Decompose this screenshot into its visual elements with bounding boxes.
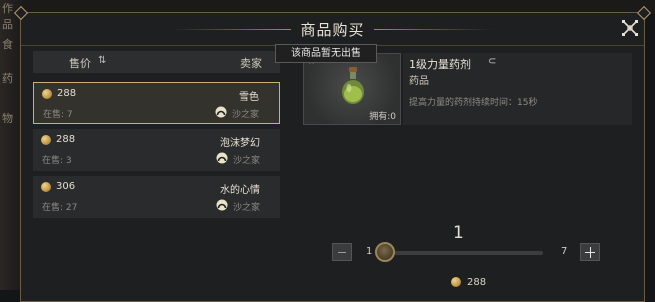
seller-guild-icon	[216, 199, 228, 211]
tooltip: 该商品暂无出售	[275, 44, 377, 63]
item-name: 1级力量药剂	[409, 58, 471, 71]
seller-guild-icon	[215, 106, 227, 118]
listing-seller: 沙之家	[232, 156, 260, 166]
sort-icon[interactable]: ⇅	[98, 55, 106, 66]
increase-button[interactable]	[580, 243, 600, 261]
listing-row[interactable]: 288 泡沫梦幻 在售: 3 沙之家	[33, 129, 280, 171]
listing-row[interactable]: 288 雪色 在售: 7 沙之家	[33, 82, 280, 124]
listing-price: 288	[56, 134, 76, 145]
title-bar: 商品购买	[13, 5, 652, 46]
listing-price: 306	[56, 181, 76, 192]
background-left-panel: 作品 食 药 物	[0, 0, 22, 290]
listing-seller: 沙之家	[232, 203, 260, 213]
listing-stock: 在售: 7	[43, 110, 73, 120]
item-info-panel: 1级力量药剂 ⊂ 药品 提高力量的药剂持续时间：15秒	[403, 53, 632, 125]
listing-name: 雪色	[239, 92, 259, 103]
quantity-slider[interactable]	[385, 251, 543, 255]
purchase-window: 商品购买 售价 ⇅ 卖家 288 雪色 在售: 7 沙之家 288 泡沫梦幻 在…	[13, 5, 652, 302]
coin-icon	[41, 135, 51, 145]
header-seller: 卖家	[240, 57, 262, 70]
window-title: 商品购买	[300, 21, 365, 39]
coin-icon	[451, 277, 461, 287]
quantity-max: 7	[561, 246, 568, 257]
close-icon	[622, 20, 638, 36]
listing-seller: 沙之家	[231, 110, 259, 120]
listing-stock: 在售: 27	[42, 203, 78, 213]
item-card[interactable]: ★ 拥有:0	[303, 53, 401, 125]
coin-icon	[41, 182, 51, 192]
listing-price: 288	[57, 88, 77, 99]
listing-name: 泡沫梦幻	[220, 138, 260, 149]
listing-name: 水的心情	[220, 185, 260, 196]
close-button[interactable]	[620, 18, 640, 38]
background-label: 药	[2, 72, 13, 85]
list-header: 售价 ⇅ 卖家	[33, 51, 280, 73]
item-description: 提高力量的药剂持续时间：15秒	[409, 98, 538, 108]
seller-guild-icon	[216, 152, 228, 164]
quantity-value: 1	[453, 223, 464, 243]
quantity-min: 1	[366, 246, 373, 257]
owned-count: 拥有:0	[369, 112, 396, 122]
potion-icon	[342, 67, 364, 104]
total-price-value: 288	[467, 277, 487, 288]
listing-stock: 在售: 3	[42, 156, 72, 166]
background-label: 食	[2, 38, 13, 51]
link-icon[interactable]: ⊂	[488, 56, 496, 67]
listing-row[interactable]: 306 水的心情 在售: 27 沙之家	[33, 176, 280, 218]
item-type: 药品	[409, 76, 429, 87]
decrease-button[interactable]	[332, 243, 352, 261]
slider-handle[interactable]	[375, 242, 395, 262]
background-label: 物	[2, 112, 13, 125]
coin-icon	[42, 89, 52, 99]
header-price[interactable]: 售价	[69, 55, 91, 71]
